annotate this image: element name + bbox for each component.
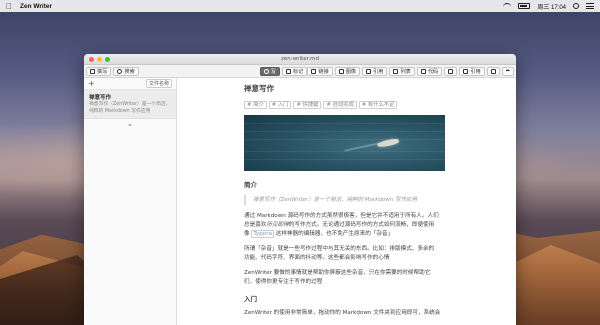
document-heading: 禅意写作 [244,84,274,93]
export-icon [490,68,496,74]
tag-row: # 简介 # 入门 # 快捷键 # 自动完成 # 有什么不足 [244,101,516,109]
table-icon [448,68,454,74]
compose-button[interactable]: 撰写 [86,66,112,76]
link-label: 链接 [318,68,329,75]
list-button[interactable]: 列表 [389,66,415,76]
tag-chip[interactable]: # 有什么不足 [358,101,398,109]
bookmark-icon [463,68,469,74]
tag-chip[interactable]: # 入门 [268,101,292,109]
quote-button[interactable]: 引用 [362,66,388,76]
collapse-icon[interactable]: ⌃ [84,123,176,131]
quote-icon [366,68,372,74]
table-button[interactable] [444,66,458,76]
image-icon [338,68,344,74]
list-icon[interactable] [586,3,594,9]
code-button[interactable]: 代码 [416,66,443,76]
title-bar[interactable]: zen-writer.md [84,54,516,65]
tags-label: 标记 [292,68,304,75]
status-area: 周三 17:04 [503,2,594,11]
search-button[interactable]: 搜索 [113,66,139,76]
document-list-item[interactable]: 禅意写作 禅意写作（ZenWriter）是一个简洁、纯粹的 Markdown 写… [84,90,176,119]
preview-label: 写 [270,68,276,75]
tag-chip[interactable]: # 自动完成 [323,101,357,109]
tags-button[interactable]: 标记 [281,66,308,76]
image-label: 图像 [345,68,357,75]
paragraph: 通过 Markdown 源码写作的方式虽然很极客，但是它并不适用于所有人。人们 … [244,213,439,238]
share-button[interactable]: ➦ [501,66,514,76]
compose-icon [90,68,95,74]
paragraph: 所谓「杂音」就是一些写作过程中与其无关的东西。比如：排版模式、多余的 功能、代码… [244,246,435,261]
preview-toggle[interactable]: 写 [259,66,280,76]
wifi-icon[interactable] [503,3,512,9]
cite-label: 引用 [470,68,481,75]
hero-image [244,115,445,171]
quote-label: 引用 [373,68,384,75]
compose-label: 撰写 [97,68,108,75]
paragraph: ZenWriter 要做的事情就是帮助你屏蔽这些杂音，只在你需要的时候帮助它 们… [244,270,431,285]
link-button[interactable]: 链接 [307,66,333,76]
image-button[interactable]: 图像 [334,66,361,76]
search-icon [117,68,123,74]
document-excerpt: 禅意写作（ZenWriter）是一个简洁、纯粹的 Markdown 写作应用 [89,102,171,114]
add-document-button[interactable]: + [88,79,95,88]
document-sidebar: + 文件名称 禅意写作 禅意写作（ZenWriter）是一个简洁、纯粹的 Mar… [84,78,177,325]
code-icon [420,68,426,74]
clock[interactable]: 周三 17:04 [537,2,566,11]
export-button[interactable] [486,66,500,76]
toolbar: 撰写 搜索 写 标记 链接 图像 引用 列表 代码 引用 ➦ [84,65,516,78]
tag-icon [285,68,291,74]
cite-button[interactable]: 引用 [459,66,485,76]
list-icon [393,68,399,74]
menu-bar:  Zen Writer 周三 17:04 [0,0,600,12]
sidebar-header: + 文件名称 [84,78,176,90]
section-heading: 入门 [244,295,257,303]
list-label: 列表 [400,68,411,75]
app-menu-name[interactable]: Zen Writer [20,3,52,10]
inline-code: Typora [251,230,274,238]
document-title: 禅意写作 [89,95,112,101]
blockquote: 禅意写作（ZenWriter）是一个简洁、纯粹的 Markdown 写作应用 [244,195,516,205]
window-title: zen-writer.md [281,56,319,62]
tag-chip[interactable]: # 快捷键 [293,101,322,109]
tag-chip[interactable]: # 简介 [244,101,267,109]
editor-pane[interactable]: 禅意写作 # 简介 # 入门 # 快捷键 # 自动完成 # 有什么不足 简介 禅… [177,78,516,325]
app-window: zen-writer.md 撰写 搜索 写 标记 链接 图像 引用 列表 代码 … [84,54,516,325]
sort-dropdown[interactable]: 文件名称 [145,79,172,88]
paragraph: ZenWriter 的使用非常简单，拖动你的 Markdown 文件夹到应用即可… [244,310,441,316]
link-icon [311,68,317,74]
code-label: 代码 [427,68,439,75]
battery-icon[interactable] [518,3,531,9]
search-label: 搜索 [124,68,135,75]
apple-icon[interactable]:  [6,2,12,11]
share-icon: ➦ [505,68,510,74]
eye-icon [263,68,269,74]
search-icon[interactable] [573,3,579,9]
section-heading: 简介 [244,181,257,189]
